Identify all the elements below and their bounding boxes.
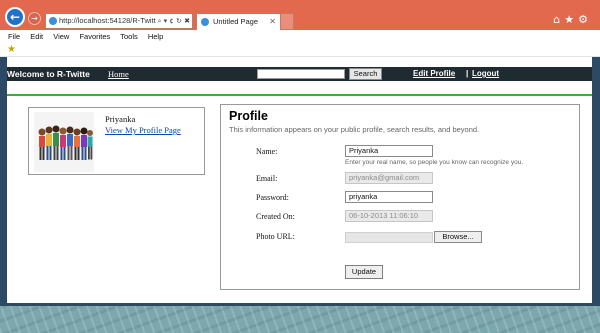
user-card: Priyanka View My Profile Page [28,107,205,175]
created-on-label: Created On: [256,212,295,221]
group-of-children-image [38,125,93,160]
photo-url-field[interactable] [345,232,433,243]
site-header-bar: Welcome to R-Twitte Home Search Edit Pro… [7,67,592,81]
profile-title: Profile [229,109,268,123]
ie-page-icon [201,18,209,26]
avatar [34,112,94,172]
tab-close-icon[interactable]: ✕ [269,14,276,30]
profile-description: This information appears on your public … [229,125,480,134]
edit-profile-link[interactable]: Edit Profile [413,67,455,81]
profile-panel: Profile This information appears on your… [220,104,580,290]
view-profile-link[interactable]: View My Profile Page [105,125,181,135]
new-tab-button[interactable] [281,13,294,30]
menu-bar: File Edit View Favorites Tools Help [0,30,600,43]
url-text: http://localhost:54128/R-Twitt [59,16,156,25]
address-bar[interactable]: http://localhost:54128/R-Twitt ⌕ ▾ ¢ ↻ ✖ [45,13,193,29]
forward-arrow-icon[interactable]: → [28,12,41,25]
update-button[interactable]: Update [345,265,383,279]
name-field[interactable]: Priyanka [345,145,433,157]
search-button[interactable]: Search [349,68,382,80]
welcome-text: Welcome to R-Twitte [7,69,90,79]
tab-title: Untitled Page [213,17,259,26]
header-divider [7,94,592,96]
menu-view[interactable]: View [53,32,69,41]
name-hint-text: Enter your real name, so people you know… [345,159,524,166]
created-on-field: 06-10-2013 11:06:10 [345,210,433,222]
browser-titlebar: ← → http://localhost:54128/R-Twitt ⌕ ▾ ¢… [0,0,600,30]
tab-untitled-page[interactable]: Untitled Page ✕ [196,13,281,30]
menu-favorites[interactable]: Favorites [79,32,110,41]
menu-edit[interactable]: Edit [30,32,43,41]
user-name: Priyanka [105,114,136,124]
password-label: Password: [256,193,289,202]
browse-button[interactable]: Browse... [434,231,482,243]
menu-file[interactable]: File [8,32,20,41]
favorites-bar: ★ [0,43,600,57]
header-separator: | [466,69,469,78]
menu-tools[interactable]: Tools [120,32,138,41]
photo-url-label: Photo URL: [256,232,295,241]
email-field: priyanka@gmail.com [345,172,433,184]
home-favorites-settings-icons[interactable]: ⌂★⚙ [553,13,592,26]
logout-link[interactable]: Logout [472,67,499,81]
name-label: Name: [256,147,278,156]
menu-help[interactable]: Help [148,32,163,41]
home-link[interactable]: Home [108,67,129,81]
ie-page-icon [49,17,57,25]
address-bar-icons[interactable]: ⌕ ▾ ¢ ↻ ✖ [157,14,190,28]
password-field[interactable]: priyanka [345,191,433,203]
add-favorites-icon[interactable]: ★ [7,44,16,55]
email-label: Email: [256,174,278,183]
page-background-texture [0,306,600,333]
back-arrow-icon[interactable]: ← [5,7,25,27]
page-viewport: Welcome to R-Twitte Home Search Edit Pro… [0,57,600,333]
search-input[interactable] [257,69,345,79]
